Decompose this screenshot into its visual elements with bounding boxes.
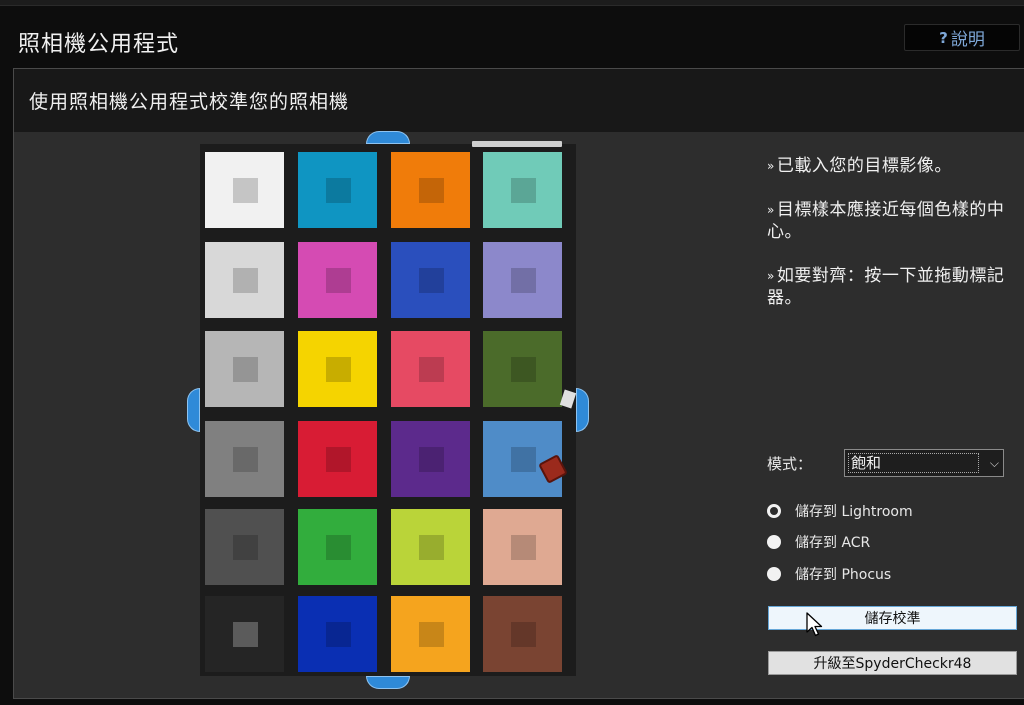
sample-target-marker <box>511 447 536 472</box>
color-patch <box>298 421 377 497</box>
help-button[interactable]: ? 說明 <box>904 24 1020 51</box>
instruction-2: » 目標樣本應接近每個色樣的中心。 <box>767 200 1005 242</box>
color-patch <box>298 152 377 228</box>
sample-target-marker <box>511 178 536 203</box>
color-patch <box>298 331 377 407</box>
instruction-bullet: » <box>767 159 775 173</box>
color-patch <box>205 421 284 497</box>
marker-handle-left[interactable] <box>187 388 200 432</box>
color-patch <box>483 331 562 407</box>
radio-save-phocus[interactable]: 儲存到 Phocus <box>767 564 891 584</box>
mode-selected-value: 飽和 <box>848 453 979 473</box>
color-checker-chart <box>200 141 576 676</box>
instruction-bullet: » <box>767 203 775 217</box>
color-patch <box>391 509 470 585</box>
color-patch <box>483 596 562 672</box>
color-patch <box>205 152 284 228</box>
color-patch <box>483 242 562 318</box>
radio-label: 儲存到 Phocus <box>795 567 892 583</box>
radio-label: 儲存到 ACR <box>795 535 871 551</box>
radio-unselected-icon <box>767 567 781 581</box>
sample-target-marker <box>326 178 351 203</box>
mouse-cursor-icon <box>806 612 823 637</box>
color-patch <box>298 509 377 585</box>
color-patch <box>391 421 470 497</box>
radio-save-acr[interactable]: 儲存到 ACR <box>767 532 870 552</box>
radio-selected-icon <box>767 504 781 518</box>
window-top-strip <box>0 0 1024 6</box>
color-patch <box>391 242 470 318</box>
radio-label: 儲存到 Lightroom <box>795 504 913 520</box>
sample-target-marker <box>233 535 258 560</box>
marker-handle-top[interactable] <box>366 131 410 144</box>
instruction-1: » 已載入您的目標影像。 <box>767 156 952 176</box>
help-icon: ? <box>939 28 948 47</box>
calibration-panel: 使用照相機公用程式校準您的照相機 » 已載入您的目標影像。 » 目標樣本應接近每個色… <box>13 68 1024 699</box>
marker-handle-right[interactable] <box>576 388 589 432</box>
sample-target-marker <box>419 178 444 203</box>
color-patch <box>205 331 284 407</box>
radio-unselected-icon <box>767 535 781 549</box>
color-patch <box>391 331 470 407</box>
sample-target-marker <box>326 535 351 560</box>
sample-target-marker <box>419 622 444 647</box>
instruction-bullet: » <box>767 269 775 283</box>
sample-target-marker <box>326 447 351 472</box>
sample-target-marker <box>326 622 351 647</box>
sample-target-marker <box>419 447 444 472</box>
help-label: 說明 <box>950 30 985 50</box>
sample-target-marker <box>233 178 258 203</box>
color-patch <box>391 596 470 672</box>
sample-target-marker <box>233 357 258 382</box>
sample-target-marker <box>326 357 351 382</box>
color-patch <box>205 596 284 672</box>
radio-save-lightroom[interactable]: 儲存到 Lightroom <box>767 501 913 521</box>
color-patch <box>483 509 562 585</box>
sample-target-marker <box>511 535 536 560</box>
sample-target-marker <box>419 535 444 560</box>
color-patch <box>298 596 377 672</box>
color-patch <box>483 152 562 228</box>
sample-target-marker <box>419 357 444 382</box>
sample-target-marker <box>511 622 536 647</box>
color-patch <box>205 509 284 585</box>
upgrade-button[interactable]: 升級至SpyderCheckr48 <box>768 651 1017 675</box>
chevron-down-icon: ⌵ <box>989 456 999 470</box>
sample-target-marker <box>511 268 536 293</box>
chart-top-label-strip <box>472 141 562 147</box>
sample-target-marker <box>233 622 258 647</box>
app-title: 照相機公用程式 <box>18 32 180 57</box>
sample-target-marker <box>511 357 536 382</box>
color-patch <box>391 152 470 228</box>
color-patch <box>205 242 284 318</box>
sample-target-marker <box>233 447 258 472</box>
marker-handle-bottom[interactable] <box>366 676 410 689</box>
instruction-3: » 如要對齊：按一下並拖動標記器。 <box>767 266 1005 308</box>
mode-label: 模式： <box>767 455 813 473</box>
panel-heading: 使用照相機公用程式校準您的照相機 <box>14 69 1024 132</box>
sample-target-marker <box>233 268 258 293</box>
sample-target-marker <box>326 268 351 293</box>
color-patch <box>298 242 377 318</box>
sample-target-marker <box>419 268 444 293</box>
mode-select[interactable]: 飽和 ⌵ <box>844 449 1004 477</box>
